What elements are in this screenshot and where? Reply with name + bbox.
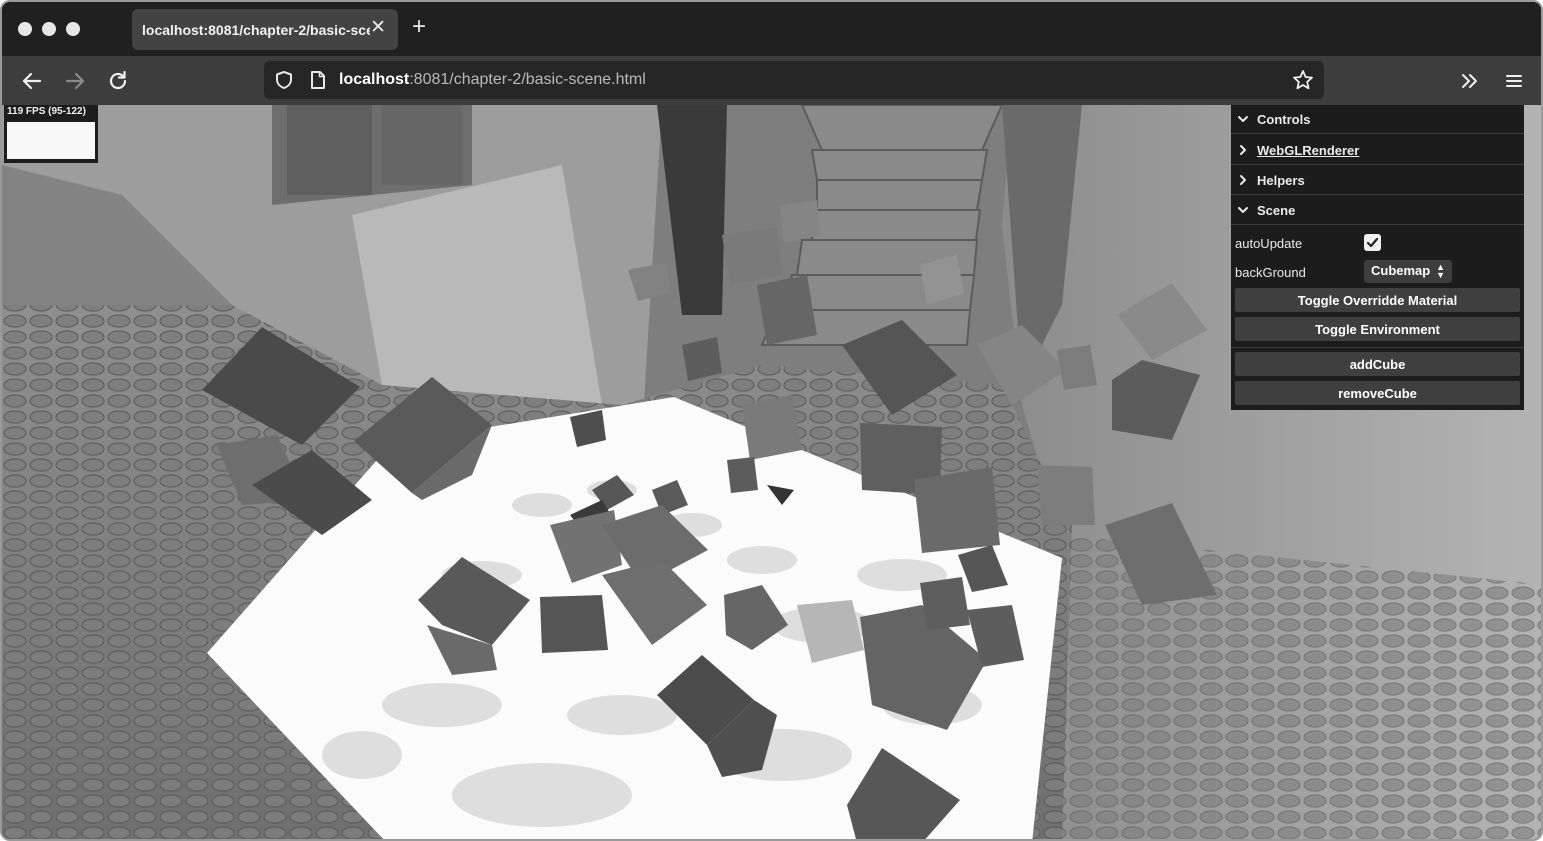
- cube: [742, 395, 802, 460]
- cube: [920, 577, 970, 630]
- close-window-button[interactable]: [18, 22, 32, 36]
- divider: [1231, 347, 1524, 348]
- background-select-value: Cubemap: [1371, 263, 1431, 278]
- tab-bar: localhost:8081/chapter-2/basic-sce ✕ +: [2, 2, 1541, 56]
- double-chevron-icon: [1462, 74, 1477, 88]
- url-host: localhost: [339, 71, 410, 88]
- hamburger-menu-icon: [1506, 75, 1522, 87]
- folder-webglrenderer[interactable]: WebGLRenderer: [1231, 136, 1524, 165]
- cube: [540, 595, 608, 653]
- arrow-left-icon: [22, 72, 42, 90]
- select-arrows-icon: ▲ ▼: [1436, 262, 1445, 280]
- tab-title: localhost:8081/chapter-2/basic-sce: [142, 21, 370, 38]
- checkmark-icon: [1366, 237, 1379, 248]
- new-tab-button[interactable]: +: [412, 15, 426, 39]
- fps-readout: 119 FPS (95-122): [7, 106, 86, 117]
- browser-window: localhost:8081/chapter-2/basic-sce ✕ + l…: [0, 0, 1543, 841]
- cube: [722, 227, 782, 285]
- url-path: :8081/chapter-2/basic-scene.html: [409, 71, 646, 88]
- toggle-environment-button[interactable]: Toggle Environment: [1235, 317, 1520, 341]
- page-icon[interactable]: [309, 70, 327, 90]
- controls-panel: Controls WebGLRenderer Helpers Scene aut…: [1231, 105, 1524, 410]
- reload-button[interactable]: [105, 68, 131, 94]
- background-select[interactable]: Cubemap ▲ ▼: [1364, 260, 1452, 283]
- chevron-right-icon: [1240, 175, 1246, 185]
- menu-button[interactable]: [1501, 68, 1527, 94]
- stats-panel[interactable]: 119 FPS (95-122): [4, 105, 98, 163]
- forward-button[interactable]: [62, 68, 88, 94]
- remove-cube-button[interactable]: removeCube: [1235, 381, 1520, 405]
- chevron-right-icon: [1240, 145, 1246, 155]
- cube: [757, 275, 817, 345]
- navigation-bar: localhost:8081/chapter-2/basic-scene.htm…: [2, 56, 1541, 105]
- auto-update-checkbox[interactable]: [1364, 234, 1381, 251]
- background-label: backGround: [1235, 265, 1306, 280]
- arrow-right-icon: [65, 72, 85, 90]
- minimize-window-button[interactable]: [42, 22, 56, 36]
- cube: [914, 467, 1000, 553]
- cube: [1057, 345, 1097, 390]
- folder-controls-label: Controls: [1257, 111, 1311, 127]
- folder-webglrenderer-label: WebGLRenderer: [1257, 142, 1360, 158]
- url-bar[interactable]: localhost:8081/chapter-2/basic-scene.htm…: [264, 61, 1324, 99]
- page-content: 119 FPS (95-122) Controls WebGLRenderer …: [2, 105, 1541, 839]
- toggle-override-material-button[interactable]: Toggle Overridde Material: [1235, 288, 1520, 312]
- star-icon[interactable]: [1292, 69, 1314, 91]
- chevron-down-icon: [1238, 207, 1248, 213]
- reload-icon: [109, 70, 127, 90]
- add-cube-button[interactable]: addCube: [1235, 352, 1520, 376]
- active-tab[interactable]: localhost:8081/chapter-2/basic-sce ✕: [132, 9, 398, 50]
- folder-helpers[interactable]: Helpers: [1231, 166, 1524, 195]
- shield-icon[interactable]: [274, 70, 294, 90]
- cube: [1037, 465, 1095, 525]
- cube: [727, 457, 758, 493]
- folder-scene[interactable]: Scene: [1231, 196, 1524, 225]
- fps-graph: [7, 122, 95, 159]
- close-tab-icon[interactable]: ✕: [370, 16, 386, 39]
- maximize-window-button[interactable]: [66, 22, 80, 36]
- url-text[interactable]: localhost:8081/chapter-2/basic-scene.htm…: [339, 71, 646, 89]
- overflow-button[interactable]: [1457, 68, 1483, 94]
- folder-helpers-label: Helpers: [1257, 172, 1305, 188]
- folder-scene-label: Scene: [1257, 202, 1296, 218]
- back-button[interactable]: [19, 68, 45, 94]
- auto-update-label: autoUpdate: [1235, 236, 1303, 251]
- chevron-down-icon: [1238, 116, 1248, 122]
- folder-controls[interactable]: Controls: [1231, 105, 1524, 134]
